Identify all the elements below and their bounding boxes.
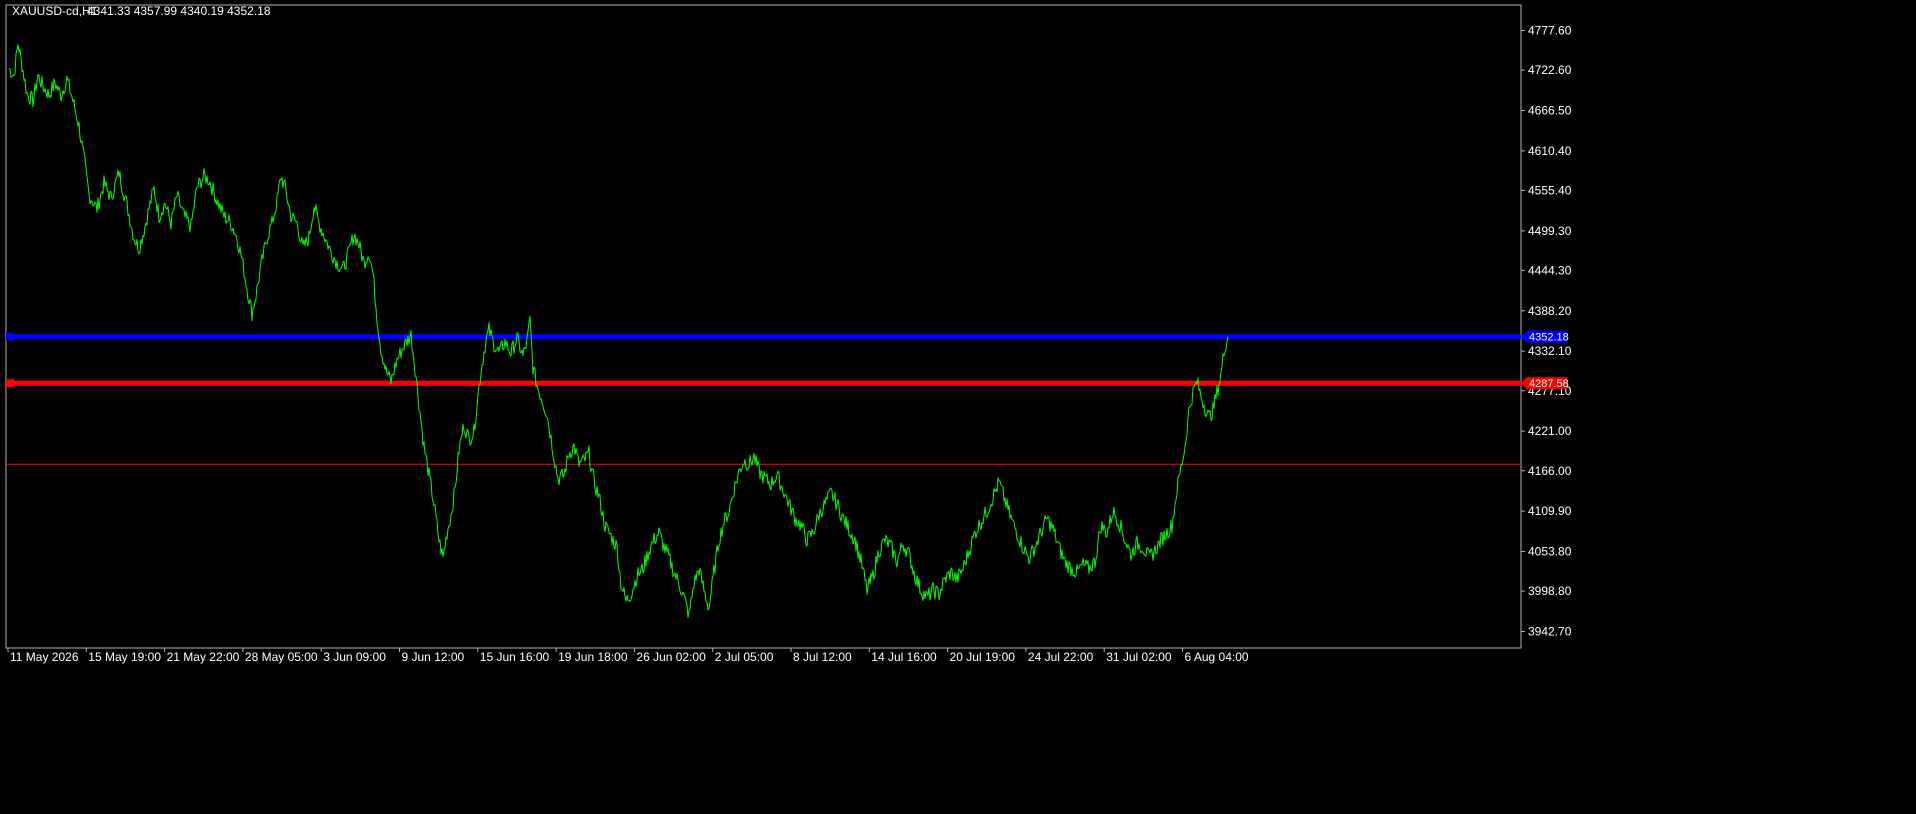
chart-background [0, 0, 1916, 814]
time-tick-label-0: 11 May 2026 [10, 650, 79, 664]
time-tick-label-4: 3 Jun 09:00 [323, 650, 386, 664]
level-handle-1[interactable] [6, 379, 14, 388]
price-tick-label-11: 4166.00 [1528, 464, 1572, 478]
price-tick-label-15: 3942.70 [1528, 625, 1572, 639]
time-tick-label-1: 15 May 19:00 [88, 650, 161, 664]
level-badge-label-1: 4287.58 [1529, 378, 1569, 390]
price-tick-label-6: 4444.30 [1528, 263, 1572, 277]
time-tick-label-15: 6 Aug 04:00 [1185, 650, 1249, 664]
time-tick-label-14: 31 Jul 02:00 [1106, 650, 1172, 664]
price-tick-label-5: 4499.30 [1528, 224, 1572, 238]
price-tick-label-1: 4722.60 [1528, 63, 1572, 77]
price-tick-label-8: 4332.10 [1528, 344, 1572, 358]
time-tick-label-11: 14 Jul 16:00 [871, 650, 937, 664]
time-tick-label-9: 2 Jul 05:00 [715, 650, 774, 664]
symbol-label: XAUUSD-cd,H1 [12, 4, 98, 18]
level-badge-1: 4287.58 [1521, 377, 1569, 390]
price-tick-label-3: 4610.40 [1528, 144, 1572, 158]
level-handle-0[interactable] [6, 332, 14, 341]
time-tick-label-13: 24 Jul 22:00 [1028, 650, 1094, 664]
time-tick-label-7: 19 Jun 18:00 [558, 650, 628, 664]
time-tick-label-12: 20 Jul 19:00 [950, 650, 1016, 664]
price-tick-label-14: 3998.80 [1528, 584, 1572, 598]
level-badge-label-0: 4352.18 [1529, 332, 1569, 344]
time-tick-label-5: 9 Jun 12:00 [402, 650, 465, 664]
ohlc-readout: 4341.33 4357.99 4340.19 4352.18 [87, 4, 271, 18]
time-tick-label-3: 28 May 05:00 [245, 650, 318, 664]
price-tick-label-7: 4388.20 [1528, 304, 1572, 318]
price-tick-label-10: 4221.00 [1528, 424, 1572, 438]
price-tick-label-4: 4555.40 [1528, 183, 1572, 197]
price-tick-label-13: 4053.80 [1528, 545, 1572, 559]
level-badge-0: 4352.18 [1521, 330, 1569, 344]
time-tick-label-8: 26 Jun 02:00 [636, 650, 706, 664]
time-tick-label-10: 8 Jul 12:00 [793, 650, 852, 664]
price-tick-label-0: 4777.60 [1528, 24, 1572, 38]
price-chart[interactable]: XAUUSD-cd,H1 4341.33 4357.99 4340.19 435… [0, 0, 1916, 814]
time-tick-label-2: 21 May 22:00 [167, 650, 240, 664]
price-tick-label-12: 4109.90 [1528, 504, 1572, 518]
price-tick-label-2: 4666.50 [1528, 103, 1572, 117]
time-tick-label-6: 15 Jun 16:00 [480, 650, 550, 664]
